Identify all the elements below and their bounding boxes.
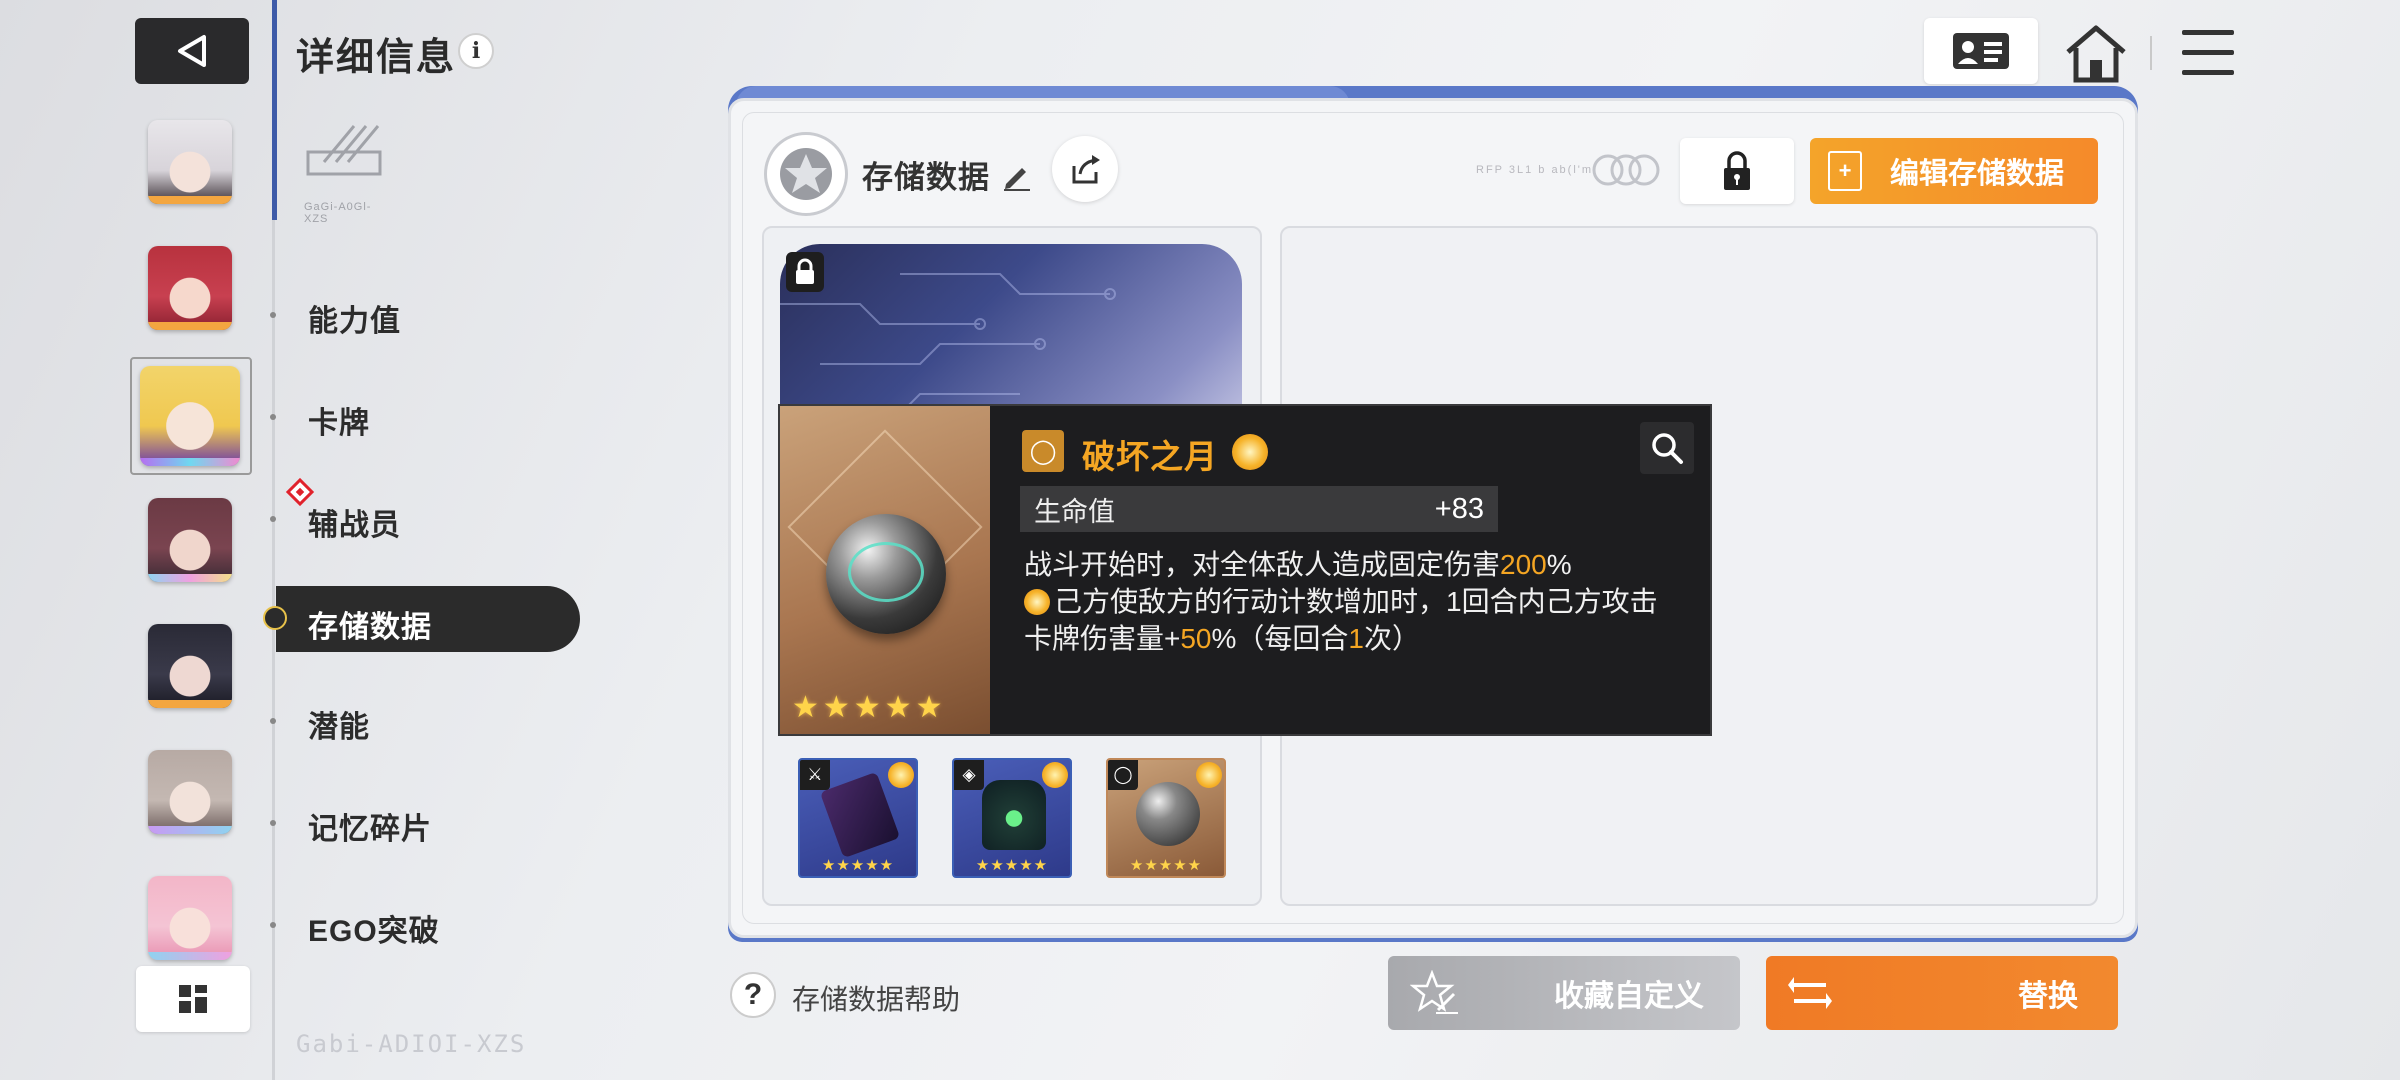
share-button[interactable] [1052,136,1118,202]
set-sun-icon [888,762,914,788]
equipment-slot-weapon[interactable]: ⚔ ★★★★★ [798,758,918,878]
storage-title: 存储数据 [862,160,990,195]
menu-icon [2182,30,2234,35]
nav-active-indicator [263,606,287,630]
edit-storage-data-label: 编辑存储数据 [1890,158,2065,190]
edit-card-icon: + [1828,151,1862,191]
profile-card-button[interactable] [1924,18,2038,84]
category-logo: GaGi-A0Gl-XZS [304,122,384,225]
storage-badge-icon [764,132,848,216]
nav-item-support[interactable]: 辅战员 [308,500,401,544]
logo-caption: GaGi-A0Gl-XZS [304,201,372,225]
weapon-type-icon: ⚔ [800,760,830,790]
lock-button[interactable] [1680,138,1794,204]
set-sun-icon [1196,762,1222,788]
save-custom-button[interactable]: 收藏自定义 [1388,956,1740,1030]
id-card-icon [1953,33,2009,69]
nav-item-cards[interactable]: 卡牌 [308,398,370,442]
character-avatar-1[interactable] [148,120,232,204]
edit-storage-data-button[interactable]: + 编辑存储数据 [1810,138,2098,204]
equipment-stars: ★★★★★ [821,857,895,874]
nav-item-storage-data[interactable]: 存储数据 [308,602,432,646]
card-lock-icon [786,252,824,292]
star-edit-icon [1410,970,1458,1014]
search-icon [1652,433,1683,464]
tooltip-description: 战斗开始时，对全体敌人造成固定伤害200% 己方使敌方的行动计数增加时，1回合内… [1024,546,1684,657]
set-sun-icon [1232,434,1268,470]
nav-dot [270,414,276,420]
back-arrow-icon [178,35,206,67]
ring-type-icon: ◯ [1108,760,1138,790]
nav-item-ego-breakthrough[interactable]: EGO突破 [308,906,440,950]
equipment-slot-armor[interactable]: ◈ ★★★★★ [952,758,1072,878]
description-line-1: 战斗开始时，对全体敌人造成固定伤害200% [1024,549,1572,580]
tooltip-stat-row: 生命值 +83 [1020,486,1498,532]
equipment-slot-ring[interactable]: ◯ ★★★★★ [1106,758,1226,878]
share-icon [1072,155,1100,184]
info-icon[interactable]: i [458,33,494,69]
lock-icon [1724,151,1750,190]
nav-item-potential[interactable]: 潜能 [308,702,370,746]
equipment-stars: ★★★★★ [975,857,1049,874]
nav-dot [270,820,276,826]
tooltip-stars: ★★★★★ [792,691,947,724]
description-line-2: 己方使敌方的行动计数增加时，1回合内己方攻击卡牌伤害量+50%（每回合1次） [1024,586,1658,654]
nav-item-stats[interactable]: 能力值 [308,296,401,340]
nav-dot [270,516,276,522]
nav-dot [270,718,276,724]
sidebar-accent-bar [272,0,277,220]
character-avatar-5[interactable] [148,624,232,708]
nav-item-memory-fragments[interactable]: 记忆碎片 [308,804,432,848]
save-custom-label: 收藏自定义 [1554,980,1704,1013]
grid-view-button[interactable] [136,966,250,1032]
character-avatar-2[interactable] [148,246,232,330]
character-avatar-3[interactable] [140,366,240,466]
nav-dot [270,922,276,928]
help-icon[interactable]: ? [730,972,776,1018]
home-button[interactable] [2064,22,2128,84]
character-avatar-4[interactable] [148,498,232,582]
toolbar-divider [2150,36,2152,70]
page-title: 详细信息 [296,37,457,79]
stat-label: 生命值 [1034,496,1115,527]
rings-decor-icon [1590,152,1662,188]
character-avatar-7[interactable] [148,876,232,960]
home-icon [2066,25,2126,83]
ring-slot-icon: ◯ [1022,430,1064,472]
menu-button[interactable] [2182,30,2234,76]
set-sun-icon [1042,762,1068,788]
set-sun-icon [1024,589,1050,615]
stat-value: +83 [1434,492,1484,525]
nav-dot [270,312,276,318]
swap-icon [1788,977,1832,1009]
moon-orb-icon [826,514,946,634]
rename-pencil-icon[interactable] [1000,158,1034,192]
inspect-button[interactable] [1640,422,1694,474]
menu-icon-line [2182,50,2234,55]
back-button[interactable] [135,18,249,84]
grid-icon [179,985,207,1013]
replace-label: 替换 [2018,980,2078,1013]
armor-type-icon: ◈ [954,760,984,790]
help-link[interactable]: 存储数据帮助 [792,978,960,1018]
equipment-stars: ★★★★★ [1129,857,1203,874]
logo-emblem-icon [306,125,382,176]
decorative-text: RFP 3L1 b ab(l'm. [1476,164,1599,176]
menu-icon-line [2182,70,2234,75]
character-avatar-6[interactable] [148,750,232,834]
tooltip-item-name: 破坏之月 [1082,438,1218,475]
replace-button[interactable]: 替换 [1766,956,2118,1030]
watermark-text: Gabi-ADIOI-XZS [296,1030,527,1058]
